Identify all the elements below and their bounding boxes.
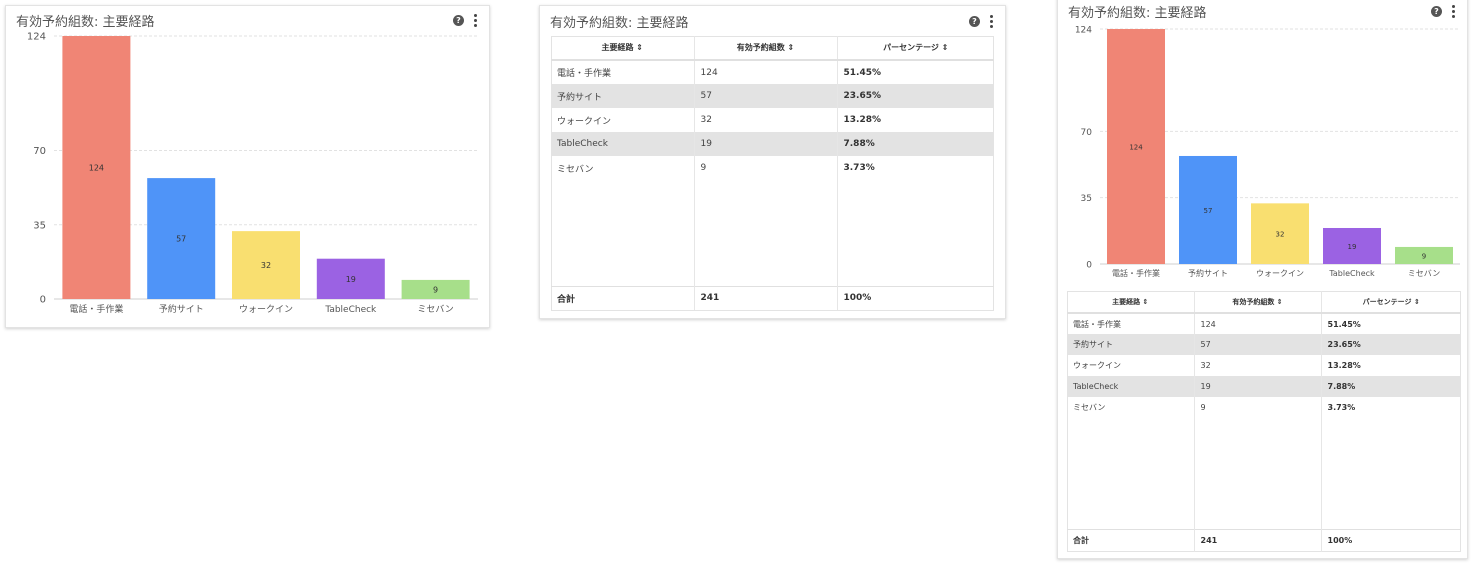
cell-route: TableCheck xyxy=(551,132,695,156)
cell-route: 予約サイト xyxy=(551,84,695,108)
column-header-percent[interactable]: パーセンテージ ⇕ xyxy=(837,36,994,61)
table-row: ウォークイン 32 13.28% xyxy=(551,108,994,132)
table-total-row: 合計 241 100% xyxy=(551,285,994,310)
cell-route: ウォークイン xyxy=(1067,355,1195,376)
more-vertical-icon[interactable] xyxy=(990,15,993,28)
cell-count: 19 xyxy=(1194,376,1322,397)
widget-actions: ? xyxy=(969,15,993,28)
x-tick-label: 電話・手作業 xyxy=(69,303,123,315)
help-circle-icon[interactable]: ? xyxy=(969,16,980,27)
total-count: 241 xyxy=(694,285,838,310)
data-table: 主要経路 ⇕ 有効予約組数 ⇕ パーセンテージ ⇕ 電話・手作業 124 51.45… xyxy=(1067,291,1461,552)
column-header-percent[interactable]: パーセンテージ ⇕ xyxy=(1321,291,1461,314)
data-table: 主要経路 ⇕ 有効予約組数 ⇕ パーセンテージ ⇕ 電話・手作業 124 51.45… xyxy=(551,36,994,310)
bar-value-label: 32 xyxy=(1276,231,1285,239)
y-tick-label: 0 xyxy=(40,295,46,306)
bar-value-label: 9 xyxy=(1422,252,1426,260)
cell-count: 19 xyxy=(694,132,838,156)
x-tick-label: 電話・手作業 xyxy=(1112,268,1160,278)
x-tick-label: ウォークイン xyxy=(239,304,293,315)
x-tick-label: 予約サイト xyxy=(159,303,204,315)
cell-percent: 51.45% xyxy=(1327,319,1361,329)
combo-widget: 有効予約組数: 主要経路 ? 0 35 70 124 124 電話・手作業 57 予約サイト 3… xyxy=(1057,0,1468,559)
x-tick-label: 予約サイト xyxy=(1188,268,1228,278)
cell-percent: 3.73% xyxy=(1327,403,1356,412)
total-count: 241 xyxy=(1194,528,1322,552)
cell-count: 9 xyxy=(694,156,838,180)
table-total-row: 合計 241 100% xyxy=(1067,528,1461,552)
x-tick-label: TableCheck xyxy=(324,305,377,315)
cell-route: ウォークイン xyxy=(551,108,695,132)
y-tick-label: 35 xyxy=(1081,194,1092,204)
cell-percent: 23.65% xyxy=(1321,334,1461,355)
table-row: ウォークイン 32 13.28% xyxy=(1067,355,1461,376)
cell-count: 124 xyxy=(1194,313,1322,334)
x-tick-label: ミセバン xyxy=(417,304,453,315)
table-row: TableCheck 19 7.88% xyxy=(1067,376,1461,397)
table-row: ミセバン 9 3.73% xyxy=(551,156,994,180)
cell-count: 57 xyxy=(694,84,838,108)
chart-widget: 有効予約組数: 主要経路 ? 0 35 70 124 124 電話・手作業 57 予約サイト 3… xyxy=(5,5,490,328)
table-row: 電話・手作業 124 51.45% xyxy=(551,60,994,84)
table-empty-space xyxy=(1067,418,1461,529)
cell-route: 電話・手作業 xyxy=(551,60,695,84)
x-tick-label: ウォークイン xyxy=(1256,269,1304,278)
column-header-route[interactable]: 主要経路 ⇕ xyxy=(551,36,695,61)
table-row: 予約サイト 57 23.65% xyxy=(551,84,994,108)
y-tick-label: 70 xyxy=(33,146,46,157)
cell-percent: 13.28% xyxy=(1327,361,1361,370)
table-empty-space xyxy=(551,180,994,286)
y-tick-label: 124 xyxy=(1075,26,1092,36)
cell-count: 9 xyxy=(1194,397,1322,418)
bar-value-label: 57 xyxy=(1204,207,1213,215)
widget-title: 有効予約組数: 主要経路 xyxy=(550,16,689,31)
bar-value-label: 32 xyxy=(261,261,271,270)
cell-route: ミセバン xyxy=(551,156,695,180)
total-label: 合計 xyxy=(1067,528,1195,552)
cell-count: 57 xyxy=(1194,334,1322,355)
cell-percent: 13.28% xyxy=(843,115,882,125)
cell-percent: 3.73% xyxy=(843,163,875,173)
column-header-count[interactable]: 有効予約組数 ⇕ xyxy=(1194,291,1322,314)
bar-value-label: 19 xyxy=(346,275,356,284)
y-tick-label: 35 xyxy=(33,220,46,231)
bar-chart: 0 35 70 124 124 電話・手作業 57 予約サイト 32 ウォークイン 19 TableC… xyxy=(1075,26,1460,278)
table-row: ミセバン 9 3.73% xyxy=(1067,397,1461,418)
table-widget: 有効予約組数: 主要経路 ? 主要経路 ⇕ 有効予約組数 ⇕ パーセンテージ ⇕… xyxy=(539,5,1006,319)
cell-route: TableCheck xyxy=(1067,376,1195,397)
bar-value-label: 57 xyxy=(176,235,186,244)
column-header-count[interactable]: 有効予約組数 ⇕ xyxy=(694,36,838,61)
cell-percent: 51.45% xyxy=(843,67,882,78)
y-tick-label: 0 xyxy=(1086,261,1092,271)
total-percent: 100% xyxy=(1321,528,1461,552)
cell-percent: 7.88% xyxy=(1321,376,1461,397)
cell-count: 124 xyxy=(694,60,838,84)
total-label: 合計 xyxy=(551,285,695,310)
y-tick-label: 124 xyxy=(27,32,46,43)
x-tick-label: TableCheck xyxy=(1328,269,1375,278)
total-percent: 100% xyxy=(837,285,994,310)
bar-chart: 0 35 70 124 124 電話・手作業 57 予約サイト 32 ウォークイン 19 TableC… xyxy=(27,32,478,315)
column-header-route[interactable]: 主要経路 ⇕ xyxy=(1067,291,1195,314)
table-row: 電話・手作業 124 51.45% xyxy=(1067,313,1461,334)
cell-percent: 7.88% xyxy=(837,132,994,156)
cell-route: 電話・手作業 xyxy=(1067,313,1195,334)
cell-route: 予約サイト xyxy=(1067,334,1195,355)
x-tick-label: ミセバン xyxy=(1408,269,1440,278)
bar-value-label: 124 xyxy=(89,164,104,173)
bar-value-label: 19 xyxy=(1348,243,1357,251)
bar-value-label: 124 xyxy=(1129,144,1143,152)
cell-percent: 23.65% xyxy=(837,84,994,108)
table-row: TableCheck 19 7.88% xyxy=(551,132,994,156)
bar-value-label: 9 xyxy=(433,285,438,294)
cell-route: ミセバン xyxy=(1067,397,1195,418)
table-row: 予約サイト 57 23.65% xyxy=(1067,334,1461,355)
y-tick-label: 70 xyxy=(1081,128,1093,138)
cell-count: 32 xyxy=(694,108,838,132)
cell-count: 32 xyxy=(1194,355,1322,376)
